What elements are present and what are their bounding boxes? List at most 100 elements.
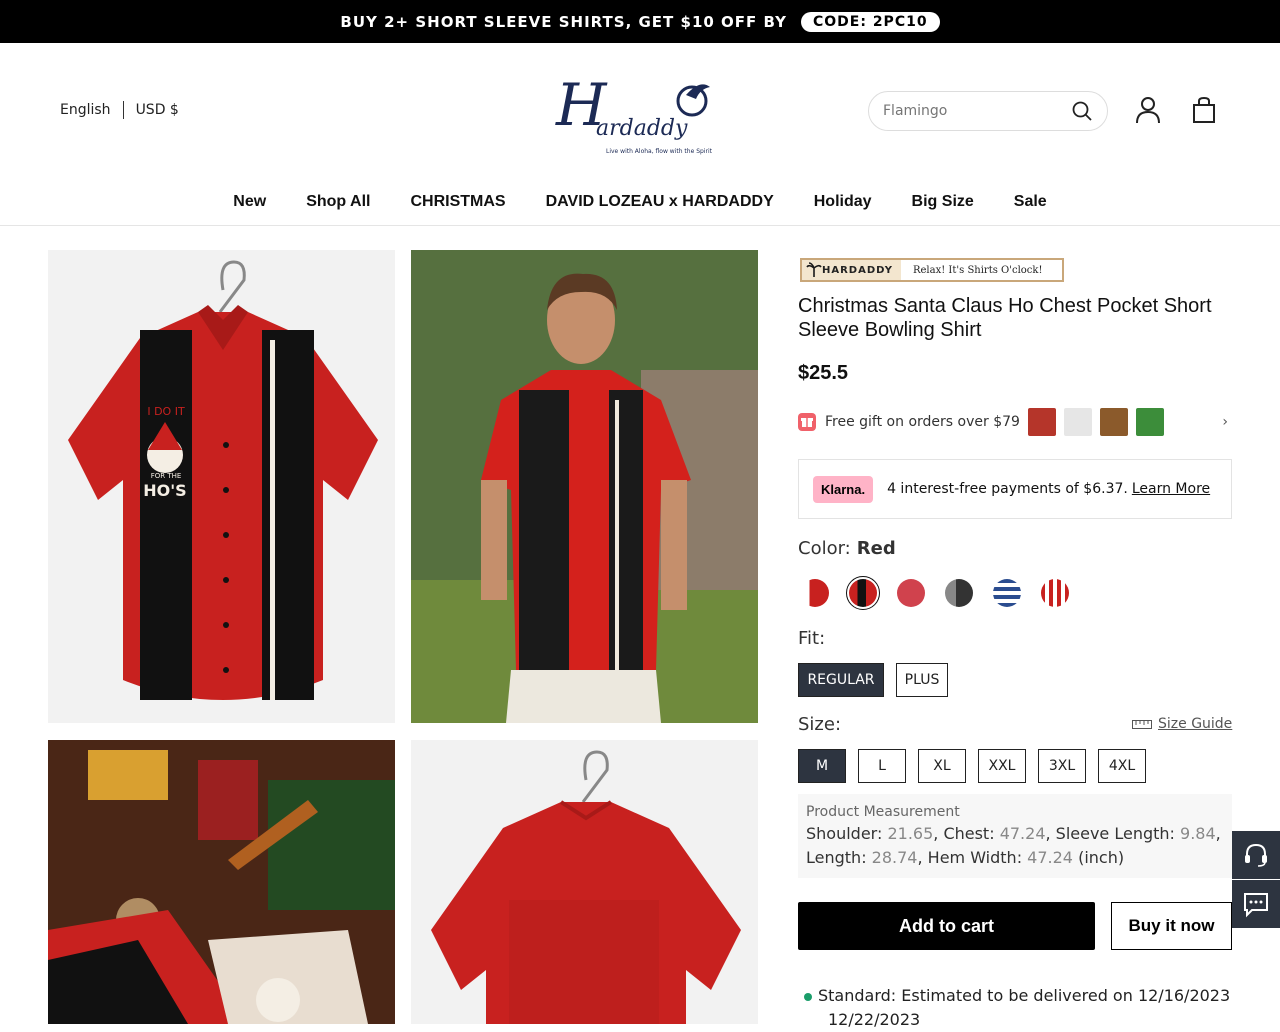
badge-brand-text: HARDADDY (822, 264, 893, 276)
currency-selector[interactable]: USD $ (136, 102, 179, 118)
nav-item-christmas[interactable]: CHRISTMAS (410, 193, 505, 211)
sleeve-value: 9.84 (1180, 824, 1216, 843)
size-option-l[interactable]: L (858, 749, 906, 783)
badge-brand: HARDADDY (802, 260, 901, 280)
size-guide-text: Size Guide (1158, 716, 1233, 732)
chest-value: 47.24 (999, 824, 1046, 843)
gift-icon (798, 413, 816, 431)
gift-thumb-4[interactable] (1135, 408, 1164, 436)
language-selector[interactable]: English (60, 102, 111, 118)
fit-label: Fit: (798, 628, 826, 649)
fit-option-plus[interactable]: PLUS (896, 663, 948, 697)
size-option-3xl[interactable]: 3XL (1038, 749, 1086, 783)
shirt-back-illustration (431, 750, 741, 1024)
announcement-bar[interactable]: BUY 2+ SHORT SLEEVE SHIRTS, GET $10 OFF … (0, 0, 1280, 43)
search-input[interactable] (883, 103, 1071, 119)
gift-thumb-2[interactable] (1063, 408, 1092, 436)
free-gift-banner[interactable]: Free gift on orders over $79 › (798, 406, 1232, 438)
nav-item-new[interactable]: New (233, 193, 266, 211)
product-image-front[interactable]: I DO IT FOR THE HO'S (48, 250, 395, 723)
promo-code-badge: CODE: 2PC10 (800, 11, 940, 32)
announcement-text: BUY 2+ SHORT SLEEVE SHIRTS, GET $10 OFF … (340, 12, 787, 31)
size-option-4xl[interactable]: 4XL (1098, 749, 1146, 783)
color-swatch-3[interactable] (894, 576, 928, 610)
site-header: English USD $ H ardaddy Live with Aloha,… (0, 43, 1280, 226)
gift-thumb-3[interactable] (1099, 408, 1128, 436)
color-label: Color: (798, 538, 851, 559)
shipping-status-dot (804, 992, 812, 1001)
chat-icon (1244, 893, 1268, 918)
chevron-right-icon[interactable]: › (1222, 414, 1228, 430)
customer-service-button[interactable] (1232, 831, 1280, 879)
color-label-row: Color: Red (798, 538, 896, 559)
logo-text: ardaddy (596, 116, 688, 141)
search-box[interactable] (868, 91, 1108, 131)
gift-thumb-1[interactable] (1027, 408, 1056, 436)
size-option-m[interactable]: M (798, 749, 846, 783)
sleeve-label: Sleeve Length: (1055, 824, 1175, 843)
size-guide-link[interactable]: Size Guide (1132, 716, 1232, 732)
color-swatch-5[interactable] (990, 576, 1024, 610)
gift-thumbnails (1027, 408, 1164, 436)
shipping-line-2: 12/22/2023 (828, 1010, 921, 1029)
badge-slogan: Relax! It's Shirts O'clock! (912, 264, 1043, 276)
brand-logo[interactable]: H ardaddy Live with Aloha, flow with the… (554, 69, 724, 159)
product-image-lifestyle[interactable] (48, 740, 395, 1024)
measurement-unit: (inch) (1078, 848, 1125, 867)
model-photo-illustration (411, 250, 758, 723)
shoulder-value: 21.65 (887, 824, 934, 843)
klarna-learn-more-link[interactable]: Learn More (1132, 481, 1210, 497)
add-to-cart-button[interactable]: Add to cart (798, 902, 1095, 950)
ruler-icon (1132, 720, 1152, 729)
chat-button[interactable] (1232, 880, 1280, 928)
hem-value: 47.24 (1027, 848, 1073, 867)
product-measurement: Product Measurement Shoulder: 21.65, Che… (798, 794, 1232, 878)
color-swatches (798, 576, 1072, 610)
klarna-logo: Klarna. (813, 475, 874, 503)
shipping-line-1: Standard: Estimated to be delivered on 1… (818, 986, 1231, 1005)
shirt-print-line2: FOR THE (151, 472, 182, 480)
shoulder-label: Shoulder: (806, 824, 883, 843)
headset-icon (1245, 843, 1267, 867)
length-value: 28.74 (871, 848, 918, 867)
color-swatch-6[interactable] (1038, 576, 1072, 610)
nav-item-holiday[interactable]: Holiday (814, 193, 872, 211)
brand-badge: HARDADDY Relax! It's Shirts O'clock! (800, 258, 1064, 282)
shipping-estimate: Standard: Estimated to be delivered on 1… (804, 984, 1234, 1032)
size-option-xxl[interactable]: XXL (978, 749, 1026, 783)
chest-label: Chest: (943, 824, 995, 843)
nav-item-big-size[interactable]: Big Size (912, 193, 974, 211)
hem-label: Hem Width: (927, 848, 1023, 867)
klarna-banner: Klarna. 4 interest-free payments of $6.3… (798, 459, 1232, 519)
product-image-back[interactable] (411, 740, 758, 1024)
account-icon[interactable] (1133, 95, 1163, 125)
fit-options: REGULAR PLUS (798, 663, 948, 697)
main-nav: New Shop All CHRISTMAS DAVID LOZEAU x HA… (0, 193, 1280, 211)
klarna-text: 4 interest-free payments of $6.37. (887, 481, 1128, 497)
measurement-values: Shoulder: 21.65, Chest: 47.24, Sleeve Le… (806, 824, 1221, 867)
color-swatch-4[interactable] (942, 576, 976, 610)
shirt-print-line3: HO'S (143, 481, 186, 500)
measurement-heading: Product Measurement (806, 804, 960, 820)
size-label: Size: (798, 714, 842, 735)
size-options: M L XL XXL 3XL 4XL (798, 749, 1146, 783)
nav-item-sale[interactable]: Sale (1014, 193, 1047, 211)
color-swatch-1[interactable] (798, 576, 832, 610)
nav-item-shop-all[interactable]: Shop All (306, 193, 370, 211)
nav-item-david-lozeau[interactable]: DAVID LOZEAU x HARDADDY (546, 193, 774, 211)
size-option-xl[interactable]: XL (918, 749, 966, 783)
product-image-model[interactable] (411, 250, 758, 723)
cart-icon[interactable] (1189, 95, 1219, 125)
palm-icon (806, 262, 822, 277)
color-value: Red (856, 538, 896, 559)
shirt-front-illustration: I DO IT FOR THE HO'S (68, 260, 378, 700)
divider (122, 101, 124, 119)
fit-option-regular[interactable]: REGULAR (798, 663, 884, 697)
color-swatch-red[interactable] (846, 576, 880, 610)
shirt-print-line1: I DO IT (147, 405, 185, 418)
logo-tagline: Live with Aloha, flow with the Spirit (606, 148, 713, 155)
search-icon[interactable] (1071, 100, 1093, 122)
locale-selector[interactable]: English USD $ (60, 101, 179, 119)
lifestyle-photo-illustration (48, 740, 395, 1024)
buy-now-button[interactable]: Buy it now (1111, 902, 1232, 950)
